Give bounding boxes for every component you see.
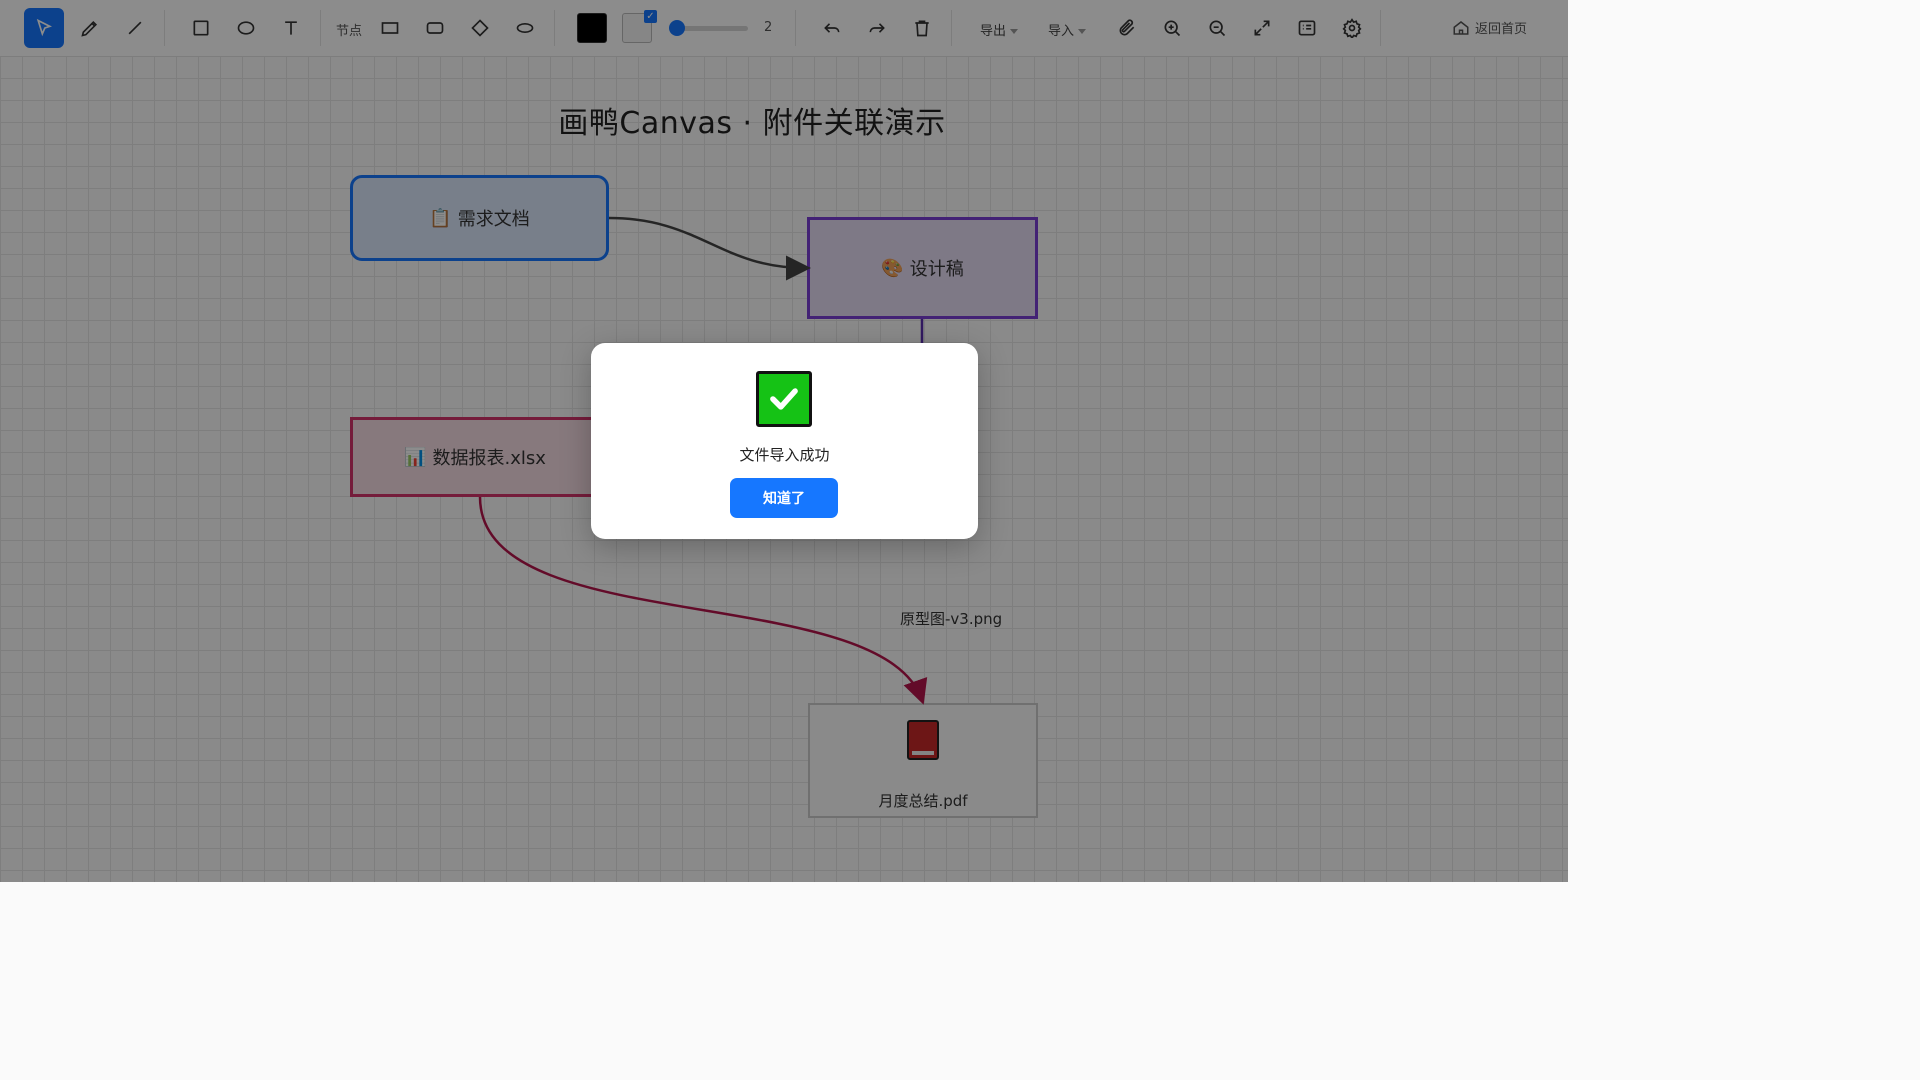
check-mark-icon xyxy=(756,371,812,427)
dialog-message: 文件导入成功 xyxy=(739,446,830,464)
import-success-dialog: 文件导入成功 知道了 xyxy=(591,343,978,539)
dismiss-button[interactable]: 知道了 xyxy=(730,478,838,518)
